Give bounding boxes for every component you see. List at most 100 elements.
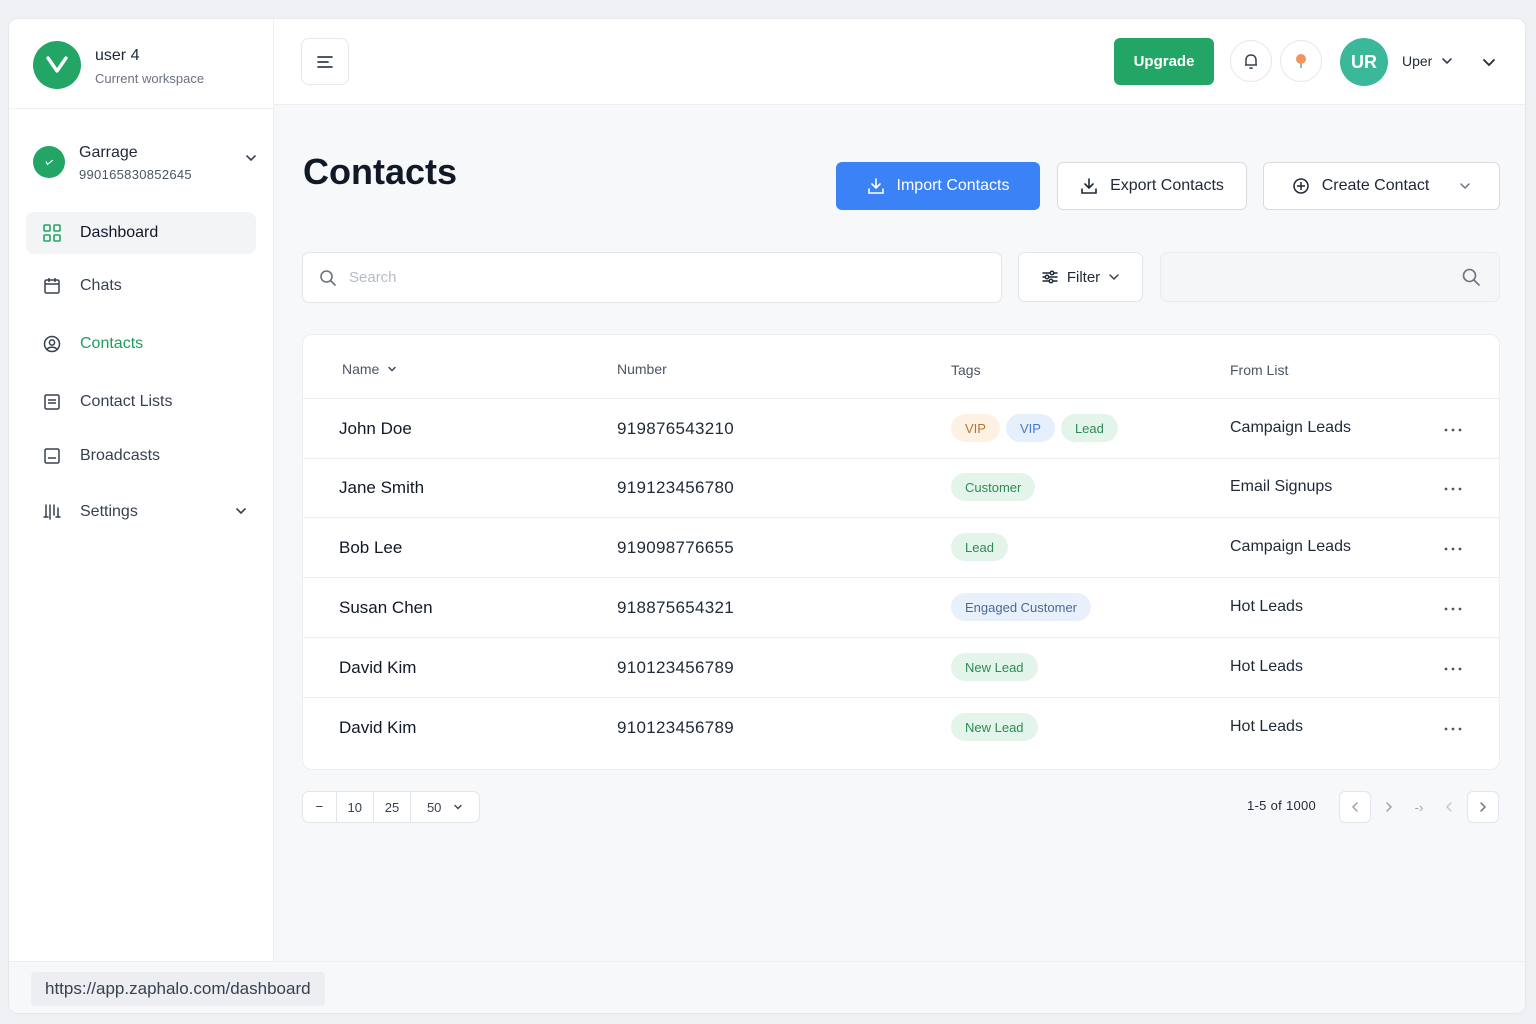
- chevron-left-icon: [1445, 802, 1452, 812]
- sidebar-item-label: Contacts: [80, 335, 144, 352]
- more-horizontal-icon: [1444, 547, 1462, 551]
- column-label: From List: [1230, 362, 1289, 378]
- bell-icon: [1245, 54, 1257, 69]
- filter-button[interactable]: Filter: [1018, 252, 1143, 302]
- tag-badge: Lead: [1060, 414, 1118, 442]
- search-icon: [1462, 268, 1480, 286]
- table-header: Name Number Tags From List: [303, 335, 1499, 399]
- filter-icon: [1042, 270, 1058, 284]
- contact-number: 919098776655: [617, 538, 735, 557]
- sidebar-item-contact-lists[interactable]: Contact Lists: [26, 381, 256, 423]
- tag-badge: Engaged Customer: [951, 593, 1092, 621]
- chevron-down-icon: [454, 804, 463, 810]
- sidebar-item-label: Broadcasts: [80, 447, 161, 464]
- more-horizontal-icon: [1444, 727, 1462, 731]
- download-icon: [1081, 178, 1097, 194]
- column-label: Number: [617, 361, 667, 377]
- notifications-button[interactable]: [1230, 40, 1272, 82]
- table-row[interactable]: Jane Smith 919123456780 Customer Email Sign…: [303, 458, 1499, 518]
- skip-pages-button[interactable]: -›: [1403, 791, 1435, 823]
- contact-from-list: Campaign Leads: [1230, 538, 1351, 555]
- page-size-25[interactable]: 25: [374, 792, 412, 822]
- row-actions-menu[interactable]: [1443, 596, 1463, 617]
- sidebar-item-dashboard[interactable]: Dashboard: [26, 212, 256, 254]
- row-actions-menu[interactable]: [1443, 476, 1463, 497]
- row-actions-menu[interactable]: [1443, 656, 1463, 677]
- sort-chevron-icon: [388, 366, 397, 372]
- brand-logo[interactable]: [33, 41, 81, 89]
- prev-page-button[interactable]: [1339, 791, 1371, 823]
- contact-name: David Kim: [339, 658, 417, 677]
- import-contacts-button[interactable]: Import Contacts: [836, 162, 1040, 210]
- app-window: user 4 Current workspace Garrage 9901658…: [8, 18, 1526, 1014]
- sidebar-item-label: Contact Lists: [80, 393, 173, 410]
- back-page-button[interactable]: [1433, 791, 1465, 823]
- contact-name: Bob Lee: [339, 538, 403, 557]
- column-header-tags: Tags: [951, 362, 981, 378]
- sidebar-item-broadcasts[interactable]: Broadcasts: [26, 435, 256, 477]
- table-row[interactable]: Bob Lee 919098776655 Lead Campaign Leads: [303, 518, 1499, 578]
- sidebar-item-chats[interactable]: Chats: [26, 265, 256, 307]
- sliders-icon: [42, 502, 62, 522]
- last-page-button[interactable]: [1467, 791, 1499, 823]
- contact-from-list: Hot Leads: [1230, 598, 1303, 615]
- first-page-icon[interactable]: ⲻ: [303, 792, 337, 822]
- contact-tags: Customer: [951, 473, 1036, 501]
- contact-tags: New Lead: [951, 713, 1038, 741]
- create-contact-label: Create Contact: [1321, 177, 1430, 194]
- v-logo-icon: [46, 56, 68, 73]
- contact-from-list: Hot Leads: [1230, 658, 1303, 675]
- more-horizontal-icon: [1444, 667, 1462, 671]
- pagination-info: 1-5 of 1000: [1247, 798, 1317, 813]
- sidebar-item-label: Dashboard: [80, 224, 159, 241]
- contact-name: Susan Chen: [339, 598, 433, 617]
- workspace-check-icon: [33, 146, 65, 178]
- calendar-icon: [42, 276, 62, 296]
- menu-toggle-button[interactable]: [301, 38, 349, 85]
- create-contact-button[interactable]: Create Contact: [1263, 162, 1500, 210]
- table-row[interactable]: David Kim 910123456789 New Lead Hot Leads: [303, 638, 1499, 698]
- contact-tags: New Lead: [951, 653, 1038, 681]
- contact-number: 910123456789: [617, 718, 735, 737]
- user-menu[interactable]: Uper: [1402, 53, 1454, 69]
- page-size-50[interactable]: 50: [411, 792, 479, 822]
- chevron-right-icon: [1386, 802, 1393, 812]
- contact-number: 919123456780: [617, 478, 735, 497]
- more-horizontal-icon: [1444, 487, 1462, 491]
- next-page-button[interactable]: [1373, 791, 1405, 823]
- status-button[interactable]: [1280, 40, 1322, 82]
- import-contacts-label: Import Contacts: [896, 177, 1010, 194]
- pin-icon: [1296, 54, 1306, 68]
- column-header-name[interactable]: Name: [342, 361, 397, 377]
- contact-number: 918875654321: [617, 598, 735, 617]
- chevron-down-icon: [236, 508, 246, 515]
- sidebar-item-settings[interactable]: Settings: [26, 491, 256, 533]
- table-row[interactable]: John Doe 919876543210 VIP VIP Lead Campaign L…: [303, 399, 1499, 459]
- chevron-down-icon[interactable]: [1481, 54, 1497, 70]
- secondary-search-field[interactable]: [1160, 252, 1500, 302]
- top-header: Upgrade UR Uper: [274, 19, 1525, 105]
- row-actions-menu[interactable]: [1443, 536, 1463, 557]
- contact-tags: VIP VIP Lead: [951, 414, 1118, 442]
- contact-number: 919876543210: [617, 419, 735, 438]
- column-label: Name: [342, 361, 380, 377]
- import-icon: [867, 178, 884, 194]
- page-size-10[interactable]: 10: [337, 792, 374, 822]
- table-row[interactable]: David Kim 910123456789 New Lead Hot Leads: [303, 698, 1499, 758]
- row-actions-menu[interactable]: [1443, 417, 1463, 438]
- table-row[interactable]: Susan Chen 918875654321 Engaged Customer Ho…: [303, 578, 1499, 638]
- export-contacts-button[interactable]: Export Contacts: [1057, 162, 1247, 210]
- tag-badge: VIP: [951, 414, 1000, 442]
- status-bar: https://app.zaphalo.com/dashboard: [9, 961, 1525, 1013]
- contact-from-list: Hot Leads: [1230, 718, 1303, 735]
- row-actions-menu[interactable]: [1443, 716, 1463, 737]
- chevron-down-icon: [1442, 58, 1453, 65]
- search-input[interactable]: [349, 269, 949, 286]
- avatar[interactable]: UR: [1340, 38, 1388, 86]
- brand-header: user 4 Current workspace: [9, 19, 273, 109]
- workspace-selector[interactable]: Garrage 990165830852645: [33, 141, 258, 191]
- upgrade-button[interactable]: Upgrade: [1114, 38, 1214, 85]
- tag-badge: New Lead: [951, 653, 1038, 681]
- add-circle-icon: [1292, 178, 1309, 194]
- sidebar-item-contacts[interactable]: Contacts: [26, 323, 256, 365]
